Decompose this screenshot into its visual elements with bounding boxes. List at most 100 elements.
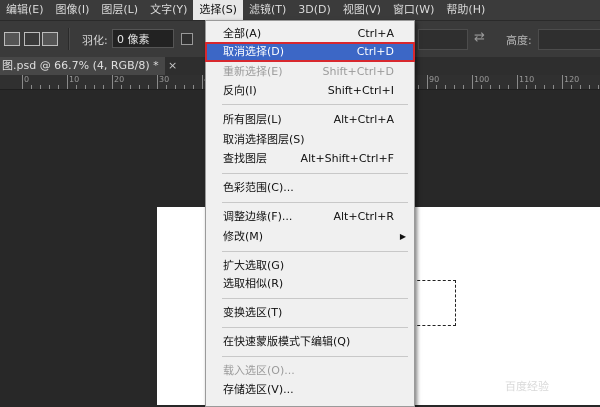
menu-item-similar[interactable]: 选取相似(R) <box>206 275 414 293</box>
menu-item-deselect[interactable]: 取消选择(D) Ctrl+D <box>205 42 415 62</box>
menu-3d[interactable]: 3D(D) <box>292 0 337 20</box>
menu-help[interactable]: 帮助(H) <box>440 0 491 20</box>
menu-item-shortcut: Shift+Ctrl+D <box>322 65 394 78</box>
ruler-major-tick <box>562 75 563 89</box>
menu-item-label: 在快速蒙版模式下编辑(Q) <box>223 335 351 348</box>
menu-item-save-selection[interactable]: 存储选区(V)... <box>206 381 414 399</box>
menu-bar: 编辑(E) 图像(I) 图层(L) 文字(Y) 选择(S) 滤镜(T) 3D(D… <box>0 0 600 21</box>
document-tab[interactable]: 图.psd @ 66.7% (4, RGB/8) * <box>0 57 165 75</box>
menu-item-shortcut: Ctrl+D <box>356 45 394 58</box>
ruler-label: 110 <box>519 75 535 84</box>
menu-edit[interactable]: 编辑(E) <box>0 0 50 20</box>
add-to-selection-icon[interactable] <box>24 32 40 46</box>
ruler-label: 20 <box>114 75 125 84</box>
subtract-selection-icon[interactable] <box>42 32 58 46</box>
menu-item-shortcut: Alt+Shift+Ctrl+F <box>300 152 394 165</box>
ruler-minor-tick <box>598 85 599 89</box>
anti-alias-checkbox[interactable] <box>181 33 193 45</box>
ruler-major-tick <box>22 75 23 89</box>
menu-item-shortcut: Ctrl+A <box>357 27 394 40</box>
menu-item-grow[interactable]: 扩大选取(G) <box>206 257 414 275</box>
ruler-label: 120 <box>564 75 580 84</box>
ruler-minor-tick <box>49 85 50 89</box>
ruler-major-tick <box>427 75 428 89</box>
ruler-minor-tick <box>85 85 86 89</box>
menu-item-deselect-layers[interactable]: 取消选择图层(S) <box>206 131 414 149</box>
menu-item-label: 修改(M) <box>223 230 264 243</box>
ruler-minor-tick <box>499 85 500 89</box>
watermark: 百度经验 <box>505 380 549 393</box>
menu-item-label: 选取相似(R) <box>223 277 284 290</box>
ruler-minor-tick <box>148 85 149 89</box>
ruler-label: 90 <box>429 75 440 84</box>
menu-select[interactable]: 选择(S) <box>193 0 243 20</box>
ruler-minor-tick <box>139 85 140 89</box>
ruler-label: 100 <box>474 75 490 84</box>
ruler-major-tick <box>517 75 518 89</box>
ruler-minor-tick <box>121 85 122 89</box>
ruler-minor-tick <box>175 85 176 89</box>
ruler-minor-tick <box>184 85 185 89</box>
menu-item-refine-edge[interactable]: 调整边缘(F)... Alt+Ctrl+R <box>206 208 414 226</box>
menu-item-quick-mask[interactable]: 在快速蒙版模式下编辑(Q) <box>206 333 414 351</box>
menu-item-find-layers[interactable]: 查找图层 Alt+Shift+Ctrl+F <box>206 150 414 168</box>
menu-item-label: 所有图层(L) <box>223 113 282 126</box>
menu-item-color-range[interactable]: 色彩范围(C)... <box>206 179 414 197</box>
height-input[interactable] <box>538 29 600 50</box>
menu-view[interactable]: 视图(V) <box>337 0 387 20</box>
ruler-minor-tick <box>445 85 446 89</box>
ruler-minor-tick <box>571 85 572 89</box>
ruler-minor-tick <box>508 85 509 89</box>
menu-separator <box>222 104 408 105</box>
menu-item-label: 取消选择(D) <box>223 45 285 58</box>
menu-item-label: 载入选区(O)... <box>223 364 295 377</box>
menu-separator <box>222 251 408 252</box>
ruler-label: 10 <box>69 75 80 84</box>
menu-item-label: 反向(I) <box>223 84 257 97</box>
ruler-minor-tick <box>76 85 77 89</box>
menu-window[interactable]: 窗口(W) <box>387 0 440 20</box>
feather-input[interactable]: 0 像素 <box>112 29 174 48</box>
ruler-minor-tick <box>418 85 419 89</box>
menu-item-transform-selection[interactable]: 变换选区(T) <box>206 304 414 322</box>
ruler-minor-tick <box>481 85 482 89</box>
menu-separator <box>222 356 408 357</box>
ruler-minor-tick <box>103 85 104 89</box>
menu-item-load-selection[interactable]: 载入选区(O)... <box>206 362 414 380</box>
ruler-major-tick <box>67 75 68 89</box>
menu-type[interactable]: 文字(Y) <box>144 0 193 20</box>
close-icon[interactable]: × <box>168 57 177 75</box>
menu-item-label: 取消选择图层(S) <box>223 133 305 146</box>
ruler-minor-tick <box>589 85 590 89</box>
menu-image[interactable]: 图像(I) <box>50 0 96 20</box>
menu-separator <box>222 202 408 203</box>
menu-item-all-layers[interactable]: 所有图层(L) Alt+Ctrl+A <box>206 111 414 129</box>
divider <box>68 28 70 50</box>
menu-item-shortcut: Alt+Ctrl+A <box>333 113 394 126</box>
menu-item-modify[interactable]: 修改(M) ▶ <box>206 228 414 246</box>
ruler-minor-tick <box>166 85 167 89</box>
ruler-minor-tick <box>526 85 527 89</box>
menu-item-label: 重新选择(E) <box>223 65 283 78</box>
menu-item-inverse[interactable]: 反向(I) Shift+Ctrl+I <box>206 82 414 100</box>
menu-item-label: 查找图层 <box>223 152 267 165</box>
menu-filter[interactable]: 滤镜(T) <box>243 0 292 20</box>
menu-item-shortcut: Shift+Ctrl+I <box>327 84 394 97</box>
ruler-minor-tick <box>544 85 545 89</box>
menu-item-reselect[interactable]: 重新选择(E) Shift+Ctrl+D <box>206 63 414 81</box>
ruler-minor-tick <box>553 85 554 89</box>
menu-item-shortcut: Alt+Ctrl+R <box>333 210 394 223</box>
ruler-minor-tick <box>463 85 464 89</box>
ruler-major-tick <box>202 75 203 89</box>
submenu-arrow-icon: ▶ <box>399 232 406 241</box>
width-input[interactable] <box>418 29 468 50</box>
select-menu-dropdown: 全部(A) Ctrl+A 取消选择(D) Ctrl+D 重新选择(E) Shif… <box>205 20 415 407</box>
ruler-label: 0 <box>24 75 30 84</box>
menu-item-label: 调整边缘(F)... <box>223 210 293 223</box>
menu-item-select-all[interactable]: 全部(A) Ctrl+A <box>206 25 414 43</box>
new-selection-icon[interactable] <box>4 32 20 46</box>
ruler-minor-tick <box>31 85 32 89</box>
swap-dimensions-icon[interactable]: ⇄ <box>474 30 485 45</box>
menu-layer[interactable]: 图层(L) <box>95 0 144 20</box>
ruler-minor-tick <box>535 85 536 89</box>
